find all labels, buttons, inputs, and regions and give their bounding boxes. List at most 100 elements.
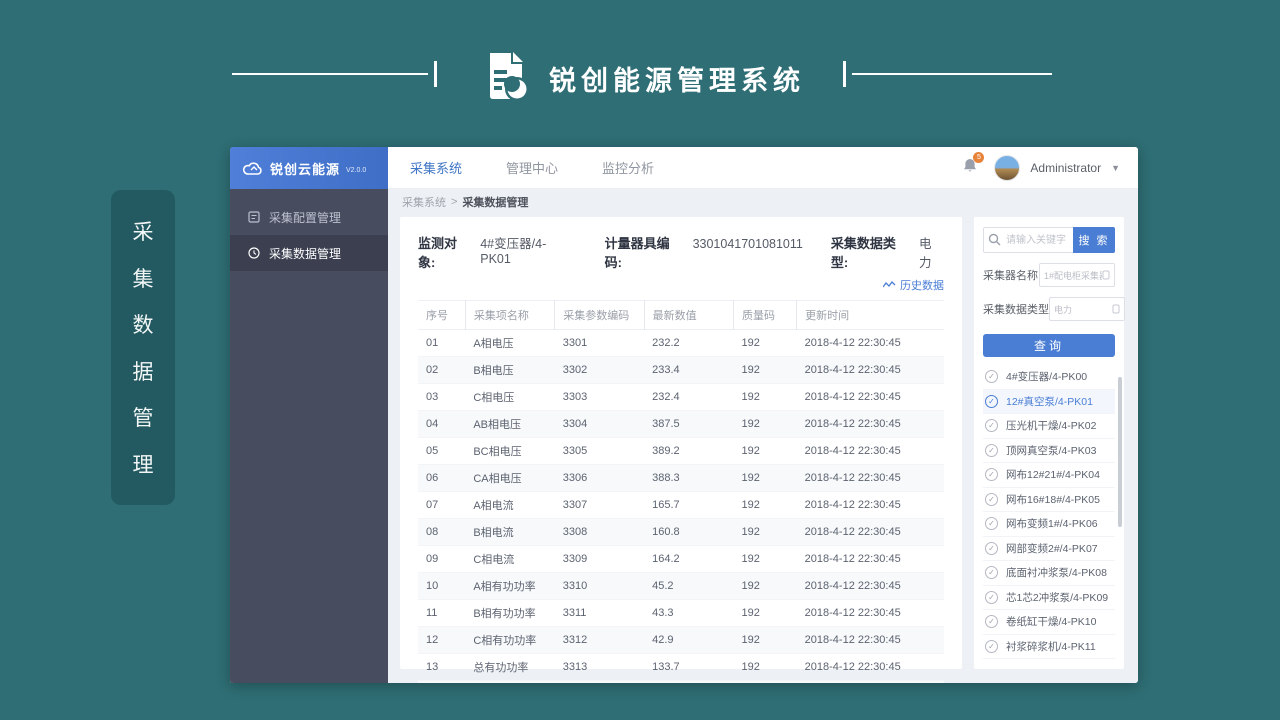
sidebar-item-label: 采集配置管理 bbox=[269, 209, 341, 226]
table-cell: 3311 bbox=[555, 600, 644, 627]
device-item[interactable]: ✓压光机干燥/4-PK02 bbox=[983, 414, 1115, 439]
check-circle-icon: ✓ bbox=[985, 444, 998, 457]
table-body: 01A相电压3301232.21922018-4-12 22:30:4502B相… bbox=[418, 330, 944, 684]
device-item[interactable]: ✓网布12#21#/4-PK04 bbox=[983, 463, 1115, 488]
check-circle-icon: ✓ bbox=[985, 419, 998, 432]
notification-badge: 5 bbox=[973, 152, 984, 163]
brand-version: V2.0.0 bbox=[346, 167, 366, 174]
collector-field: 采集器名称 1#配电柜采集器 bbox=[983, 263, 1115, 287]
clock-icon bbox=[248, 247, 260, 259]
table-cell: 09 bbox=[418, 546, 465, 573]
nav-item-0[interactable]: 采集系统 bbox=[410, 158, 462, 177]
table-cell: 192 bbox=[734, 438, 797, 465]
table-cell: 165.7 bbox=[644, 492, 733, 519]
breadcrumb-separator: > bbox=[451, 196, 457, 208]
scrollbar-thumb[interactable] bbox=[1118, 377, 1122, 527]
sidebar-item-collect-data[interactable]: 采集数据管理 bbox=[230, 235, 388, 271]
table-cell: 14 bbox=[418, 681, 465, 684]
table-cell: 192 bbox=[734, 411, 797, 438]
sidebar-item-collect-config[interactable]: 采集配置管理 bbox=[230, 199, 388, 235]
table-cell: 10 bbox=[418, 573, 465, 600]
app-window: 锐创云能源 V2.0.0 采集配置管理 bbox=[230, 147, 1138, 683]
table-cell: 45.2 bbox=[644, 573, 733, 600]
check-circle-icon: ✓ bbox=[985, 517, 998, 530]
chevron-down-icon[interactable]: ▼ bbox=[1111, 163, 1120, 173]
check-circle-icon: ✓ bbox=[985, 615, 998, 628]
table-cell: 192 bbox=[734, 519, 797, 546]
check-circle-icon: ✓ bbox=[985, 493, 998, 506]
table-cell: AB相电压 bbox=[465, 411, 554, 438]
check-circle-icon: ✓ bbox=[985, 468, 998, 481]
table-cell: 387.5 bbox=[644, 411, 733, 438]
table-cell: 192 bbox=[734, 357, 797, 384]
device-item[interactable]: ✓网部变频2#/4-PK07 bbox=[983, 537, 1115, 562]
table-cell: 3306 bbox=[555, 465, 644, 492]
device-item[interactable]: ✓顶网真空泵/4-PK03 bbox=[983, 439, 1115, 464]
datatype-select[interactable]: 电力 bbox=[1049, 297, 1125, 321]
device-list: ✓4#变压器/4-PK00✓12#真空泵/4-PK01✓压光机干燥/4-PK02… bbox=[983, 365, 1115, 659]
table-cell: 192 bbox=[734, 681, 797, 684]
nav-item-1[interactable]: 管理中心 bbox=[506, 158, 558, 177]
avatar[interactable] bbox=[994, 155, 1020, 181]
column-header: 采集项名称 bbox=[465, 301, 554, 330]
content-body: 监测对象: 4#变压器/4-PK01 计量器具编码: 3301041701081… bbox=[388, 215, 1138, 683]
table-cell: 3304 bbox=[555, 411, 644, 438]
device-label: 网部变频2#/4-PK07 bbox=[1006, 541, 1098, 556]
table-cell: 3305 bbox=[555, 438, 644, 465]
device-item[interactable]: ✓芯1芯2冲浆泵/4-PK09 bbox=[983, 586, 1115, 611]
data-card: 监测对象: 4#变压器/4-PK01 计量器具编码: 3301041701081… bbox=[400, 217, 962, 669]
datatype-value: 电力 bbox=[919, 233, 944, 271]
navbar-right: 5 Administrator ▼ bbox=[962, 155, 1120, 181]
device-item[interactable]: ✓ 底面衬冲浆泵/4-PK08 bbox=[983, 561, 1115, 586]
table-cell: 2018-4-12 22:30:45 bbox=[797, 627, 944, 654]
table-cell: 2018-4-12 22:30:45 bbox=[797, 681, 944, 684]
check-circle-icon: ✓ bbox=[985, 566, 998, 579]
device-item[interactable]: ✓ 衬浆碎浆机/4-PK11 bbox=[983, 635, 1115, 660]
device-item[interactable]: ✓卷纸缸干燥/4-PK10 bbox=[983, 610, 1115, 635]
search-button[interactable]: 搜 索 bbox=[1073, 227, 1115, 253]
collector-label: 采集器名称 bbox=[983, 267, 1038, 283]
column-header: 最新数值 bbox=[644, 301, 733, 330]
table-cell: 192 bbox=[734, 465, 797, 492]
check-circle-icon: ✓ bbox=[985, 640, 998, 653]
device-label: 衬浆碎浆机/4-PK11 bbox=[1006, 639, 1096, 654]
notification-bell-icon[interactable]: 5 bbox=[962, 157, 978, 179]
table-cell: 3301 bbox=[555, 330, 644, 357]
vertical-tab-char: 管 bbox=[133, 402, 154, 432]
history-data-link[interactable]: 历史数据 bbox=[883, 277, 944, 293]
table-row: 13总有功功率3313133.71922018-4-12 22:30:45 bbox=[418, 654, 944, 681]
device-item[interactable]: ✓网布变频1#/4-PK06 bbox=[983, 512, 1115, 537]
table-cell: BC相电压 bbox=[465, 438, 554, 465]
vertical-tab-char: 数 bbox=[133, 309, 154, 339]
table-cell: 12 bbox=[418, 627, 465, 654]
nav-item-2[interactable]: 监控分析 bbox=[602, 158, 654, 177]
device-label: 网布16#18#/4-PK05 bbox=[1006, 492, 1100, 507]
query-button[interactable]: 查询 bbox=[983, 334, 1115, 357]
table-cell: 03 bbox=[418, 384, 465, 411]
table-row: 14正向有功电能3326874513.211922018-4-12 22:30:… bbox=[418, 681, 944, 684]
table-cell: 04 bbox=[418, 411, 465, 438]
device-label: 底面衬冲浆泵/4-PK08 bbox=[1006, 565, 1107, 580]
search-row: 搜 索 bbox=[983, 227, 1115, 253]
brand-name: 锐创云能源 bbox=[270, 159, 340, 178]
table-cell: B相电流 bbox=[465, 519, 554, 546]
device-item[interactable]: ✓ 网布16#18#/4-PK05 bbox=[983, 488, 1115, 513]
table-cell: A相电流 bbox=[465, 492, 554, 519]
table-cell: 3312 bbox=[555, 627, 644, 654]
device-item[interactable]: ✓4#变压器/4-PK00 bbox=[983, 365, 1115, 390]
vertical-module-tab: 采集数据管理 bbox=[111, 190, 175, 505]
device-label: 4#变压器/4-PK00 bbox=[1006, 369, 1087, 384]
table-cell: 192 bbox=[734, 573, 797, 600]
device-label: 芯1芯2冲浆泵/4-PK09 bbox=[1006, 590, 1108, 605]
table-cell: 133.7 bbox=[644, 654, 733, 681]
device-item[interactable]: ✓12#真空泵/4-PK01 bbox=[983, 390, 1115, 415]
breadcrumb-parent[interactable]: 采集系统 bbox=[402, 194, 446, 210]
collector-select[interactable]: 1#配电柜采集器 bbox=[1039, 263, 1115, 287]
table-cell: 3310 bbox=[555, 573, 644, 600]
datatype-filter-label: 采集数据类型 bbox=[983, 301, 1049, 317]
table-cell: 233.4 bbox=[644, 357, 733, 384]
table-cell: 192 bbox=[734, 654, 797, 681]
table-cell: 05 bbox=[418, 438, 465, 465]
table-cell: 11 bbox=[418, 600, 465, 627]
table-row: 04AB相电压3304387.51922018-4-12 22:30:45 bbox=[418, 411, 944, 438]
